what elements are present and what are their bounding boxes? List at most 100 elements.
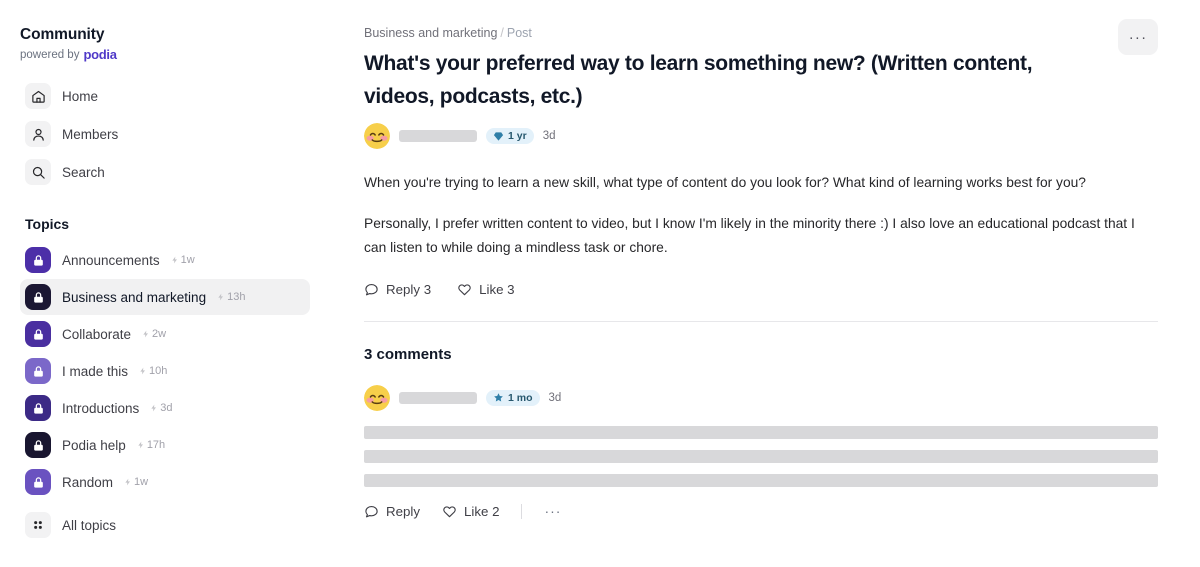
- post-reply-button[interactable]: Reply 3: [364, 282, 431, 297]
- powered-by-label: powered by: [20, 48, 80, 61]
- topic-label: I made this: [62, 363, 129, 379]
- topic-time: 2w: [152, 328, 167, 340]
- status-badge: 1 mo: [486, 389, 540, 406]
- bolt-icon: [171, 256, 177, 264]
- bolt-icon: [143, 330, 149, 338]
- breadcrumb-current: Post: [506, 26, 532, 40]
- lock-icon: [25, 358, 51, 384]
- heart-icon: [458, 284, 471, 295]
- comment-author-name-redacted: [399, 391, 477, 404]
- primary-nav: Home Members Search: [20, 78, 310, 190]
- comments-heading: 3 comments: [364, 345, 452, 363]
- lock-icon: [25, 321, 51, 347]
- topic-activity: 1w: [171, 254, 195, 266]
- comment-icon: [365, 505, 378, 518]
- breadcrumb-separator: /: [500, 26, 504, 40]
- podia-logo: podia: [83, 47, 117, 62]
- brand: Community powered by podia: [20, 26, 310, 62]
- avatar: [364, 123, 390, 150]
- sidebar-topic-podia-help[interactable]: Podia help 17h: [20, 427, 310, 463]
- redacted-line: [364, 473, 1158, 487]
- sidebar-item-members[interactable]: Members: [20, 116, 310, 152]
- lock-icon: [25, 284, 51, 310]
- bolt-icon: [218, 293, 224, 301]
- topic-activity: 2w: [142, 328, 166, 340]
- comment-reply-label: Reply: [386, 503, 420, 519]
- redacted-line: [364, 425, 1158, 439]
- list-item: 1 mo 3d Reply Like 2 ···: [364, 384, 1158, 519]
- topic-activity: 17h: [137, 439, 165, 451]
- main-content: Business and marketing / Post What's your …: [330, 0, 1200, 567]
- sidebar-topic-introductions[interactable]: Introductions 3d: [20, 390, 310, 426]
- topic-label: Random: [62, 474, 114, 490]
- status-badge: 1 yr: [486, 128, 534, 145]
- avatar: [364, 384, 390, 411]
- community-page: Community powered by podia Home Members …: [0, 0, 1200, 567]
- status-badge-label: 1 yr: [508, 130, 527, 143]
- topics-heading: Topics: [25, 216, 70, 232]
- bolt-icon: [138, 441, 143, 449]
- members-icon: [25, 121, 51, 147]
- post-paragraph: Personally, I prefer written content to …: [364, 215, 1135, 255]
- comment-actions: Reply Like 2 ···: [364, 503, 1158, 519]
- action-divider: [521, 503, 523, 519]
- bolt-icon: [140, 367, 146, 375]
- comment-body-redacted: [364, 425, 1158, 487]
- post-byline: 1 yr 3d: [364, 123, 1158, 150]
- sidebar-item-members-label: Members: [62, 126, 119, 142]
- topic-time: 1w: [134, 476, 149, 488]
- star-icon: [494, 393, 503, 402]
- topic-activity: 3d: [150, 402, 173, 414]
- topics-list: Announcements 1w Business and marketing …: [20, 242, 310, 543]
- bolt-icon: [125, 478, 131, 486]
- section-divider: [364, 320, 1158, 322]
- gem-icon: [493, 131, 504, 141]
- search-icon: [25, 159, 51, 185]
- post-like-button[interactable]: Like 3: [457, 282, 515, 297]
- topic-label: Introductions: [62, 400, 140, 416]
- sidebar-item-search[interactable]: Search: [20, 154, 310, 190]
- status-badge-label: 1 mo: [508, 391, 533, 404]
- sidebar-item-home-label: Home: [62, 88, 99, 104]
- comment-timestamp: 3d: [548, 391, 562, 404]
- topic-activity: 1w: [124, 476, 148, 488]
- sidebar-item-home[interactable]: Home: [20, 78, 310, 114]
- sidebar-topic-collaborate[interactable]: Collaborate 2w: [20, 316, 310, 352]
- sidebar: Community powered by podia Home Members …: [0, 0, 330, 567]
- sidebar-item-all-topics[interactable]: All topics: [20, 507, 310, 543]
- topic-label: Announcements: [62, 252, 160, 268]
- redacted-line: [364, 449, 1158, 463]
- post-paragraph: When you're trying to learn a new skill,…: [364, 175, 1086, 191]
- home-icon: [25, 83, 51, 109]
- sidebar-topic-announcements[interactable]: Announcements 1w: [20, 242, 310, 278]
- bolt-icon: [151, 404, 157, 412]
- topic-time: 1w: [180, 254, 195, 266]
- post-body: When you're trying to learn a new skill,…: [364, 171, 1154, 260]
- post-actions: Reply 3 Like 3: [364, 282, 1158, 297]
- sidebar-topic-i-made-this[interactable]: I made this 10h: [20, 353, 310, 389]
- breadcrumb-parent[interactable]: Business and marketing: [364, 26, 497, 40]
- sidebar-item-search-label: Search: [62, 164, 105, 180]
- topic-label: Business and marketing: [62, 289, 207, 305]
- sidebar-topic-random[interactable]: Random 1w: [20, 464, 310, 500]
- lock-icon: [25, 469, 51, 495]
- heart-icon: [443, 506, 456, 517]
- comment-icon: [365, 283, 378, 296]
- post-more-options-button[interactable]: ···: [1118, 19, 1158, 55]
- comment-byline: 1 mo 3d: [364, 384, 1158, 411]
- topic-time: 13h: [227, 291, 246, 303]
- comment-like-button[interactable]: Like 2: [442, 504, 499, 519]
- post-reply-label: Reply 3: [386, 281, 432, 297]
- page-title: What's your preferred way to learn somet…: [364, 52, 1033, 108]
- lock-icon: [25, 432, 51, 458]
- topic-activity: 10h: [139, 365, 167, 377]
- grid-icon: [25, 512, 51, 538]
- comment-like-label: Like 2: [464, 503, 500, 519]
- topic-activity: 13h: [217, 291, 245, 303]
- sidebar-topic-business-and-marketing[interactable]: Business and marketing 13h: [20, 279, 310, 315]
- comment-reply-button[interactable]: Reply: [364, 504, 420, 519]
- topic-label: Collaborate: [62, 326, 132, 342]
- comment-more-button[interactable]: ···: [544, 504, 561, 518]
- all-topics-label: All topics: [62, 517, 117, 533]
- brand-title: Community: [20, 26, 105, 43]
